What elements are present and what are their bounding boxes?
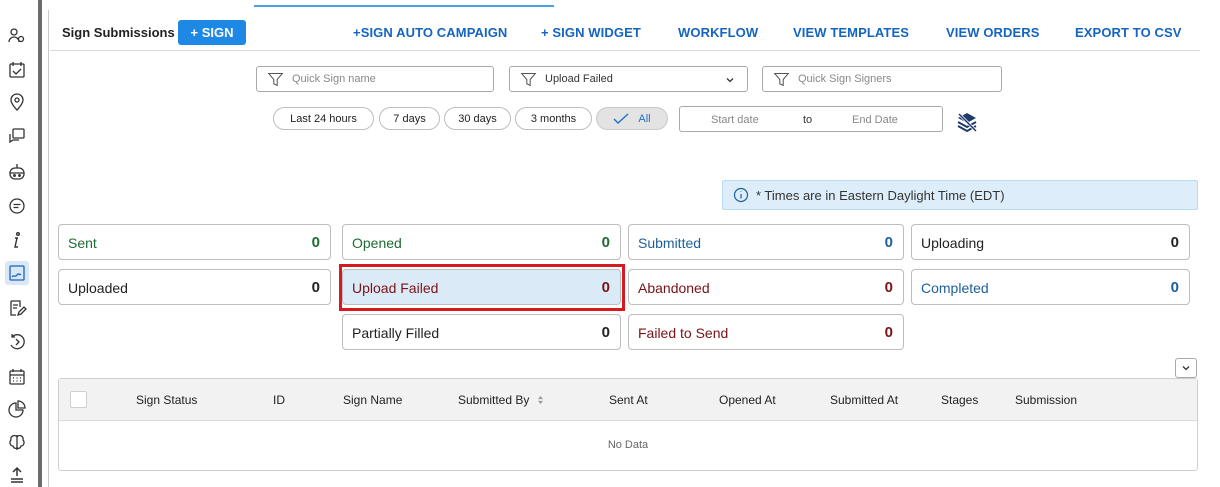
filter-icon: [520, 72, 537, 86]
brain-icon[interactable]: [5, 430, 29, 454]
timezone-info-banner: * Times are in Eastern Daylight Time (ED…: [722, 180, 1198, 210]
table-header: Sign Status ID Sign Name Submitted By Se…: [59, 379, 1197, 421]
range-last-24-hours[interactable]: Last 24 hours: [273, 107, 374, 130]
status-card-label: Failed to Send: [638, 325, 729, 341]
status-card-count: 0: [311, 234, 320, 251]
status-card-count: 0: [601, 234, 610, 251]
timezone-info-text: * Times are in Eastern Daylight Time (ED…: [756, 187, 1005, 203]
status-card-count: 0: [884, 279, 893, 296]
selected-card-highlight: [339, 264, 625, 311]
top-accent-line: [254, 5, 554, 7]
status-card-uploaded[interactable]: Uploaded 0: [58, 269, 331, 305]
status-card-uploading[interactable]: Uploading 0: [911, 224, 1190, 260]
column-sign-status[interactable]: Sign Status: [136, 393, 197, 407]
status-card-sent[interactable]: Sent 0: [58, 224, 331, 260]
start-date-placeholder: Start date: [711, 114, 759, 126]
quick-sign-name-input[interactable]: Quick Sign name: [256, 66, 494, 92]
filter-icon: [773, 72, 790, 86]
location-icon[interactable]: [5, 90, 29, 114]
column-submitted-at[interactable]: Submitted At: [830, 393, 898, 407]
status-card-abandoned[interactable]: Abandoned 0: [628, 269, 904, 305]
column-stages[interactable]: Stages: [941, 393, 978, 407]
status-card-count: 0: [601, 324, 610, 341]
status-card-label: Sent: [68, 235, 97, 251]
status-card-count: 0: [884, 324, 893, 341]
range-7-days[interactable]: 7 days: [379, 107, 440, 130]
column-toggle-button[interactable]: [1175, 358, 1197, 378]
column-sent-at[interactable]: Sent At: [609, 393, 648, 407]
column-submitted-by[interactable]: Submitted By: [458, 393, 544, 407]
status-card-label: Partially Filled: [352, 325, 440, 341]
column-id[interactable]: ID: [273, 393, 285, 407]
status-card-count: 0: [884, 234, 893, 251]
chevron-down-icon: [1182, 366, 1190, 371]
status-card-label: Abandoned: [638, 280, 710, 296]
range-3-months[interactable]: 3 months: [515, 107, 592, 130]
end-date-placeholder: End Date: [852, 114, 898, 126]
status-card-count: 0: [1170, 234, 1179, 251]
range-30-days[interactable]: 30 days: [444, 107, 511, 130]
users-icon[interactable]: [5, 24, 29, 48]
workflow-link[interactable]: WORKFLOW: [678, 25, 758, 40]
status-card-label: Uploading: [921, 235, 985, 251]
sign-auto-campaign-link[interactable]: +SIGN AUTO CAMPAIGN: [353, 25, 507, 40]
status-card-count: 0: [1170, 279, 1179, 296]
tasks-icon[interactable]: [5, 58, 29, 82]
sign-widget-link[interactable]: + SIGN WIDGET: [541, 25, 641, 40]
upload-icon[interactable]: [5, 463, 29, 487]
quick-sign-signers-placeholder: Quick Sign Signers: [798, 73, 892, 85]
column-sign-name[interactable]: Sign Name: [343, 393, 402, 407]
submissions-table: Sign Status ID Sign Name Submitted By Se…: [58, 378, 1198, 471]
sort-icon[interactable]: [537, 395, 544, 405]
status-card-label: Uploaded: [68, 280, 128, 296]
bot-icon[interactable]: [5, 160, 29, 184]
chat-icon[interactable]: [5, 124, 29, 148]
status-card-opened[interactable]: Opened 0: [342, 224, 621, 260]
chevron-down-icon: [726, 78, 734, 83]
sign-document-icon[interactable]: [5, 261, 29, 285]
check-icon: [613, 112, 629, 124]
status-card-partially-filled[interactable]: Partially Filled 0: [342, 314, 621, 350]
add-sign-button[interactable]: + SIGN: [178, 20, 246, 45]
status-card-completed[interactable]: Completed 0: [911, 269, 1190, 305]
view-templates-link[interactable]: VIEW TEMPLATES: [793, 25, 909, 40]
status-card-failed-to-send[interactable]: Failed to Send 0: [628, 314, 904, 350]
calendar-icon[interactable]: [5, 365, 29, 389]
status-card-label: Completed: [921, 280, 989, 296]
select-all-checkbox[interactable]: [70, 391, 87, 408]
toolbar-divider: [50, 50, 1200, 51]
column-opened-at[interactable]: Opened At: [719, 393, 776, 407]
status-card-submitted[interactable]: Submitted 0: [628, 224, 904, 260]
info-circle-icon: [733, 187, 749, 203]
date-range-separator: to: [803, 114, 813, 126]
quick-sign-signers-input[interactable]: Quick Sign Signers: [762, 66, 1002, 92]
edit-icon[interactable]: [5, 296, 29, 320]
column-submission[interactable]: Submission: [1015, 393, 1077, 407]
divider: [48, 10, 49, 487]
scroll-handle[interactable]: [38, 0, 42, 487]
range-all-label: All: [638, 112, 651, 125]
status-card-label: Opened: [352, 235, 402, 251]
date-range-picker[interactable]: Start date to End Date: [679, 106, 943, 132]
range-all[interactable]: All: [596, 107, 668, 130]
status-card-label: Submitted: [638, 235, 702, 251]
filter-icon: [267, 72, 284, 86]
info-icon[interactable]: [5, 228, 29, 252]
view-orders-link[interactable]: VIEW ORDERS: [946, 25, 1040, 40]
column-submitted-by-label: Submitted By: [458, 393, 530, 407]
pie-chart-icon[interactable]: [5, 397, 29, 421]
toolbar: Sign Submissions + SIGN +SIGN AUTO CAMPA…: [50, 15, 1200, 50]
clear-filters-icon[interactable]: [955, 110, 979, 134]
status-card-count: 0: [311, 279, 320, 296]
message-icon[interactable]: [5, 194, 29, 218]
page-title: Sign Submissions: [62, 25, 175, 40]
quick-sign-name-placeholder: Quick Sign name: [292, 73, 376, 85]
history-icon[interactable]: [5, 330, 29, 354]
empty-table-message: No Data: [607, 439, 649, 451]
export-csv-link[interactable]: EXPORT TO CSV: [1075, 25, 1182, 40]
left-nav-rail: [0, 0, 34, 487]
status-select[interactable]: Upload Failed: [509, 66, 748, 92]
status-select-value: Upload Failed: [545, 73, 613, 85]
